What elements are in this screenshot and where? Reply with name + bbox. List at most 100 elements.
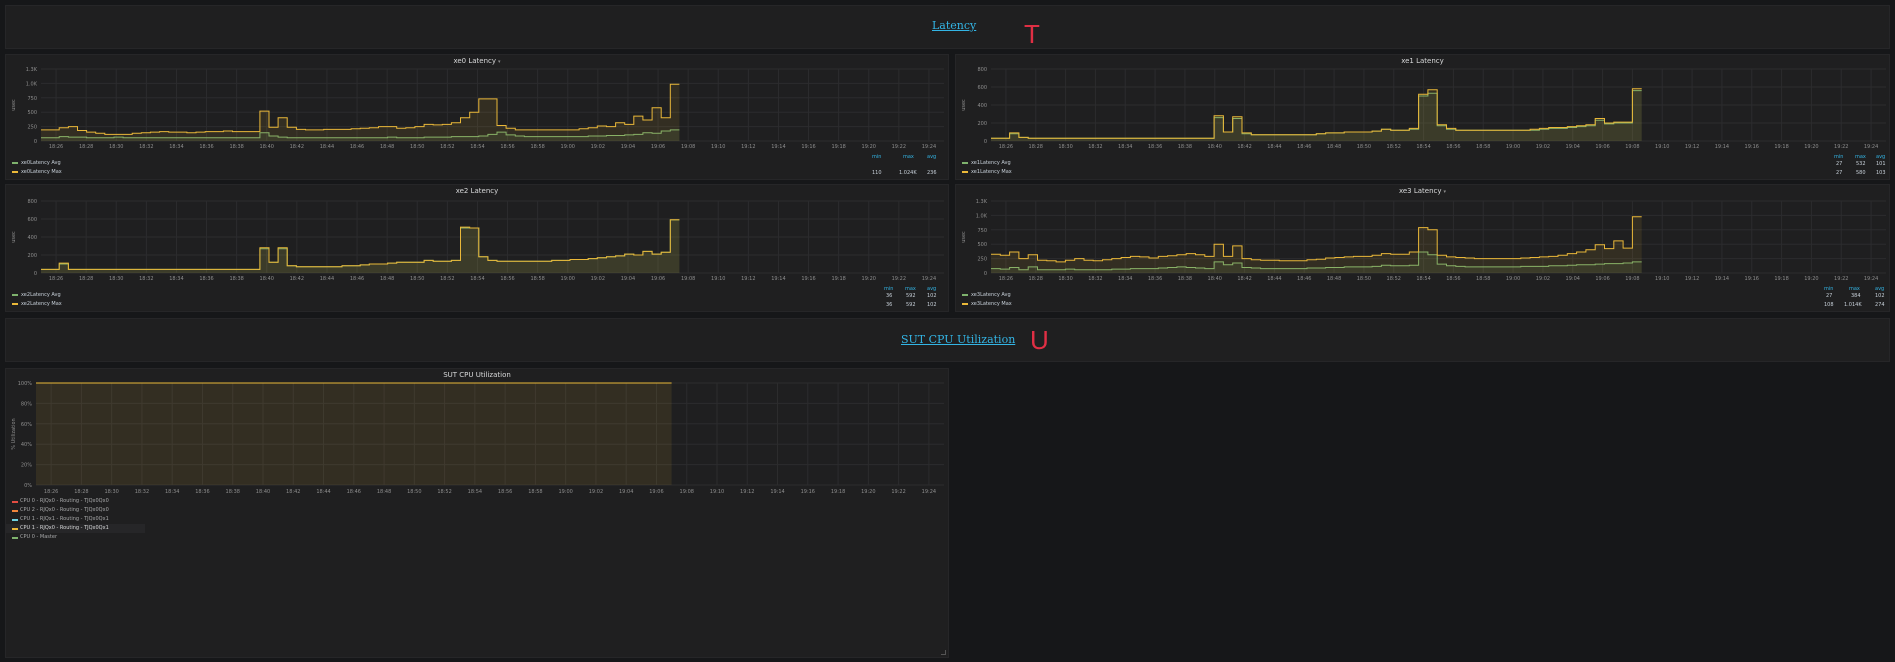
legend-header-avg[interactable]: avg	[1876, 154, 1885, 160]
series-area	[991, 216, 1642, 273]
row-title-latency[interactable]: Latency	[932, 19, 976, 32]
legend-item[interactable]: xe2Latency Max	[12, 301, 62, 309]
x-tick-label: 19:14	[771, 144, 785, 150]
x-tick-label: 19:04	[1566, 144, 1580, 150]
x-tick-label: 19:22	[1834, 144, 1848, 150]
x-tick-label: 18:34	[165, 489, 179, 495]
legend-item[interactable]: CPU 0 - Master	[6, 533, 145, 542]
legend-header-min[interactable]: min	[1824, 286, 1833, 292]
series-line	[991, 216, 1642, 263]
legend-item[interactable]: xe1Latency Max	[962, 169, 1012, 177]
legend-header-avg[interactable]: avg	[927, 154, 936, 160]
series-area	[991, 88, 1642, 141]
legend-value-avg: 274	[1875, 302, 1885, 308]
legend-header-max[interactable]: max	[903, 154, 914, 160]
x-tick-label: 18:26	[44, 489, 58, 495]
x-tick-label: 18:26	[49, 144, 63, 150]
legend-item[interactable]: CPU 0 - RJQx0 - Routing - TJQx0Qx0	[6, 497, 145, 506]
legend-item[interactable]: CPU 1 - RJQx1 - Routing - TJQx0Qx1	[6, 515, 145, 524]
x-tick-label: 18:48	[1327, 276, 1341, 282]
legend-item[interactable]: CPU 2 - RJQx0 - Routing - TJQx0Qx0	[6, 506, 145, 515]
x-tick-label: 19:06	[649, 489, 663, 495]
x-tick-label: 19:24	[1864, 276, 1878, 282]
legend-item[interactable]: xe1Latency Avg	[962, 160, 1011, 168]
x-tick-label: 19:16	[801, 144, 815, 150]
y-tick-label: 0	[984, 271, 987, 277]
legend-label: CPU 0 - RJQx0 - Routing - TJQx0Qx0	[20, 498, 109, 504]
legend-item[interactable]: xe0Latency Avg	[12, 160, 61, 168]
x-tick-label: 18:32	[139, 276, 153, 282]
legend-label: CPU 1 - RJQx1 - Routing - TJQx0Qx1	[20, 516, 109, 522]
y-axis-label: usec	[961, 231, 967, 243]
legend-header-min[interactable]: min	[884, 286, 893, 292]
x-tick-label: 19:14	[1715, 276, 1729, 282]
x-tick-label: 19:22	[1834, 276, 1848, 282]
x-tick-label: 18:26	[999, 144, 1013, 150]
legend-value-max: 592	[906, 302, 916, 308]
y-tick-label: 40%	[21, 442, 32, 448]
x-tick-label: 18:32	[1088, 144, 1102, 150]
x-tick-label: 19:00	[558, 489, 572, 495]
x-tick-label: 18:30	[109, 144, 123, 150]
x-tick-label: 19:18	[831, 489, 845, 495]
y-tick-label: 600	[27, 217, 37, 223]
series-swatch	[962, 293, 968, 296]
series-swatch	[12, 170, 18, 173]
x-tick-label: 19:12	[741, 144, 755, 150]
x-tick-label: 19:20	[862, 276, 876, 282]
x-tick-label: 19:06	[1595, 144, 1609, 150]
legend-header-max[interactable]: max	[905, 286, 916, 292]
legend-value-avg: 102	[1875, 293, 1885, 299]
y-tick-label: 0	[34, 139, 37, 145]
x-tick-label: 19:16	[1745, 144, 1759, 150]
series-swatch	[12, 510, 18, 512]
legend-header-avg[interactable]: avg	[1875, 286, 1884, 292]
legend-header-min[interactable]: min	[872, 154, 881, 160]
y-tick-label: 800	[27, 199, 37, 205]
x-tick-label: 18:40	[260, 144, 274, 150]
series-swatch	[12, 501, 18, 503]
legend-item[interactable]: xe3Latency Max	[962, 301, 1012, 309]
series-swatch	[12, 519, 18, 521]
x-tick-label: 18:36	[195, 489, 209, 495]
y-tick-label: 0%	[24, 483, 32, 489]
legend-value-min: 36	[886, 293, 893, 299]
legend-label: xe0Latency Max	[21, 169, 62, 175]
x-tick-label: 19:10	[711, 276, 725, 282]
row-marker: T	[1024, 19, 1040, 49]
legend-header-avg[interactable]: avg	[927, 286, 936, 292]
x-tick-label: 18:58	[530, 144, 544, 150]
x-tick-label: 19:12	[1685, 276, 1699, 282]
x-tick-label: 19:14	[1715, 144, 1729, 150]
x-tick-label: 19:06	[651, 144, 665, 150]
x-tick-label: 18:54	[470, 276, 484, 282]
y-tick-label: 1.0K	[976, 213, 988, 219]
series-swatch	[12, 161, 18, 164]
x-tick-label: 19:04	[621, 144, 635, 150]
chart-xe0: 1.3K 1.0K 750 500 250 0 18:26 18:28 18:30 18:32 18…	[11, 67, 944, 150]
resize-handle[interactable]	[941, 650, 946, 655]
legend-header-min[interactable]: min	[1834, 154, 1843, 160]
x-tick-label: 19:16	[801, 276, 815, 282]
x-tick-label: 19:24	[922, 276, 936, 282]
legend-item[interactable]: xe3Latency Avg	[962, 292, 1011, 300]
legend-value-max: 532	[1856, 161, 1866, 167]
legend-item[interactable]: CPU 1 - RJQx0 - Routing - TJQx0Qx1	[6, 524, 145, 533]
row-title-cpu[interactable]: SUT CPU Utilization	[901, 333, 1015, 346]
x-tick-label: 18:44	[1267, 276, 1281, 282]
legend-item[interactable]: xe2Latency Avg	[12, 292, 61, 300]
x-tick-label: 19:08	[1625, 144, 1639, 150]
row-marker: U	[1030, 325, 1049, 355]
y-tick-label: 500	[977, 242, 987, 248]
x-tick-label: 18:56	[498, 489, 512, 495]
legend-header-max[interactable]: max	[1849, 286, 1860, 292]
x-tick-label: 18:30	[1058, 144, 1072, 150]
x-tick-label: 18:46	[350, 144, 364, 150]
x-tick-label: 18:54	[468, 489, 482, 495]
y-axis-label: % Utilization	[11, 418, 17, 449]
x-tick-label: 19:12	[1685, 144, 1699, 150]
x-tick-label: 18:38	[229, 276, 243, 282]
y-tick-label: 60%	[21, 422, 32, 428]
legend-header-max[interactable]: max	[1855, 154, 1866, 160]
legend-item[interactable]: xe0Latency Max	[12, 169, 62, 177]
